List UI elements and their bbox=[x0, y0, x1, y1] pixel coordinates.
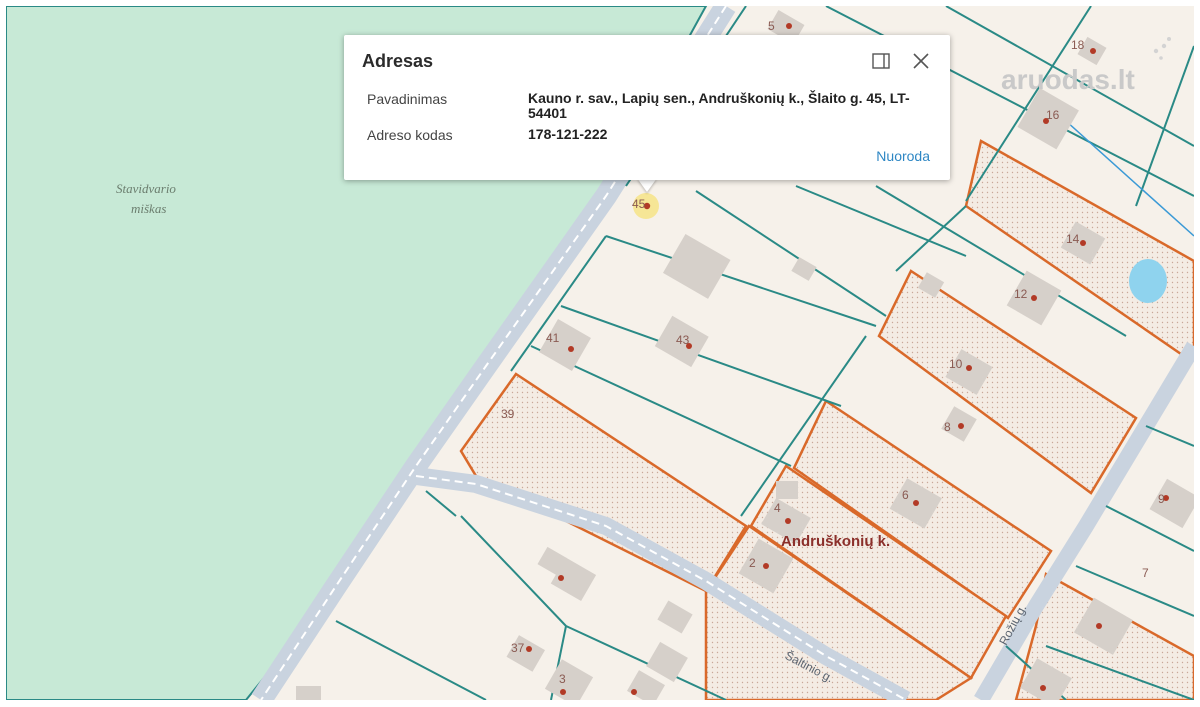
link-button[interactable]: Nuoroda bbox=[876, 148, 930, 164]
house-number: 14 bbox=[1066, 232, 1080, 246]
watermark-logo: aruodas.lt bbox=[1001, 64, 1135, 95]
house-number: 10 bbox=[949, 357, 963, 371]
house-number: 45 bbox=[632, 197, 646, 211]
address-popup: Adresas Pavadinimas Kauno r. sav., Lapių… bbox=[344, 35, 950, 180]
house-number: 6 bbox=[902, 488, 909, 502]
forest-label: miškas bbox=[131, 201, 166, 216]
popup-title: Adresas bbox=[362, 51, 434, 71]
close-icon[interactable] bbox=[912, 52, 930, 70]
village-label: Andruškonių k. bbox=[781, 533, 890, 550]
house-number: 43 bbox=[676, 333, 690, 347]
house-number: 16 bbox=[1046, 108, 1060, 122]
house-number: 5 bbox=[768, 19, 775, 33]
house-number: 12 bbox=[1014, 287, 1028, 301]
field-label-code: Adreso kodas bbox=[367, 127, 453, 143]
house-number: 3 bbox=[559, 672, 566, 686]
popup-pointer bbox=[637, 178, 657, 192]
field-value-name: Kauno r. sav., Lapių sen., Andruškonių k… bbox=[528, 91, 933, 121]
house-number: 9 bbox=[1158, 492, 1165, 506]
house-number: 2 bbox=[749, 556, 756, 570]
field-value-name-line2: 54401 bbox=[528, 105, 567, 121]
house-number: 7 bbox=[1142, 566, 1149, 580]
house-number: 18 bbox=[1071, 38, 1085, 52]
field-value-code: 178-121-222 bbox=[528, 126, 608, 142]
field-label-name: Pavadinimas bbox=[367, 91, 448, 107]
house-number: 41 bbox=[546, 331, 560, 345]
field-value-name-line1: Kauno r. sav., Lapių sen., Andruškonių k… bbox=[528, 90, 910, 106]
forest-label: Stavidvario bbox=[116, 181, 176, 196]
pond bbox=[1129, 259, 1167, 303]
house-number: 8 bbox=[944, 420, 951, 434]
watermark-dots-icon bbox=[1153, 37, 1171, 60]
house-number: 4 bbox=[774, 501, 781, 515]
house-number: 37 bbox=[511, 641, 525, 655]
dock-panel-icon[interactable] bbox=[872, 53, 890, 69]
house-number: 39 bbox=[501, 407, 515, 421]
